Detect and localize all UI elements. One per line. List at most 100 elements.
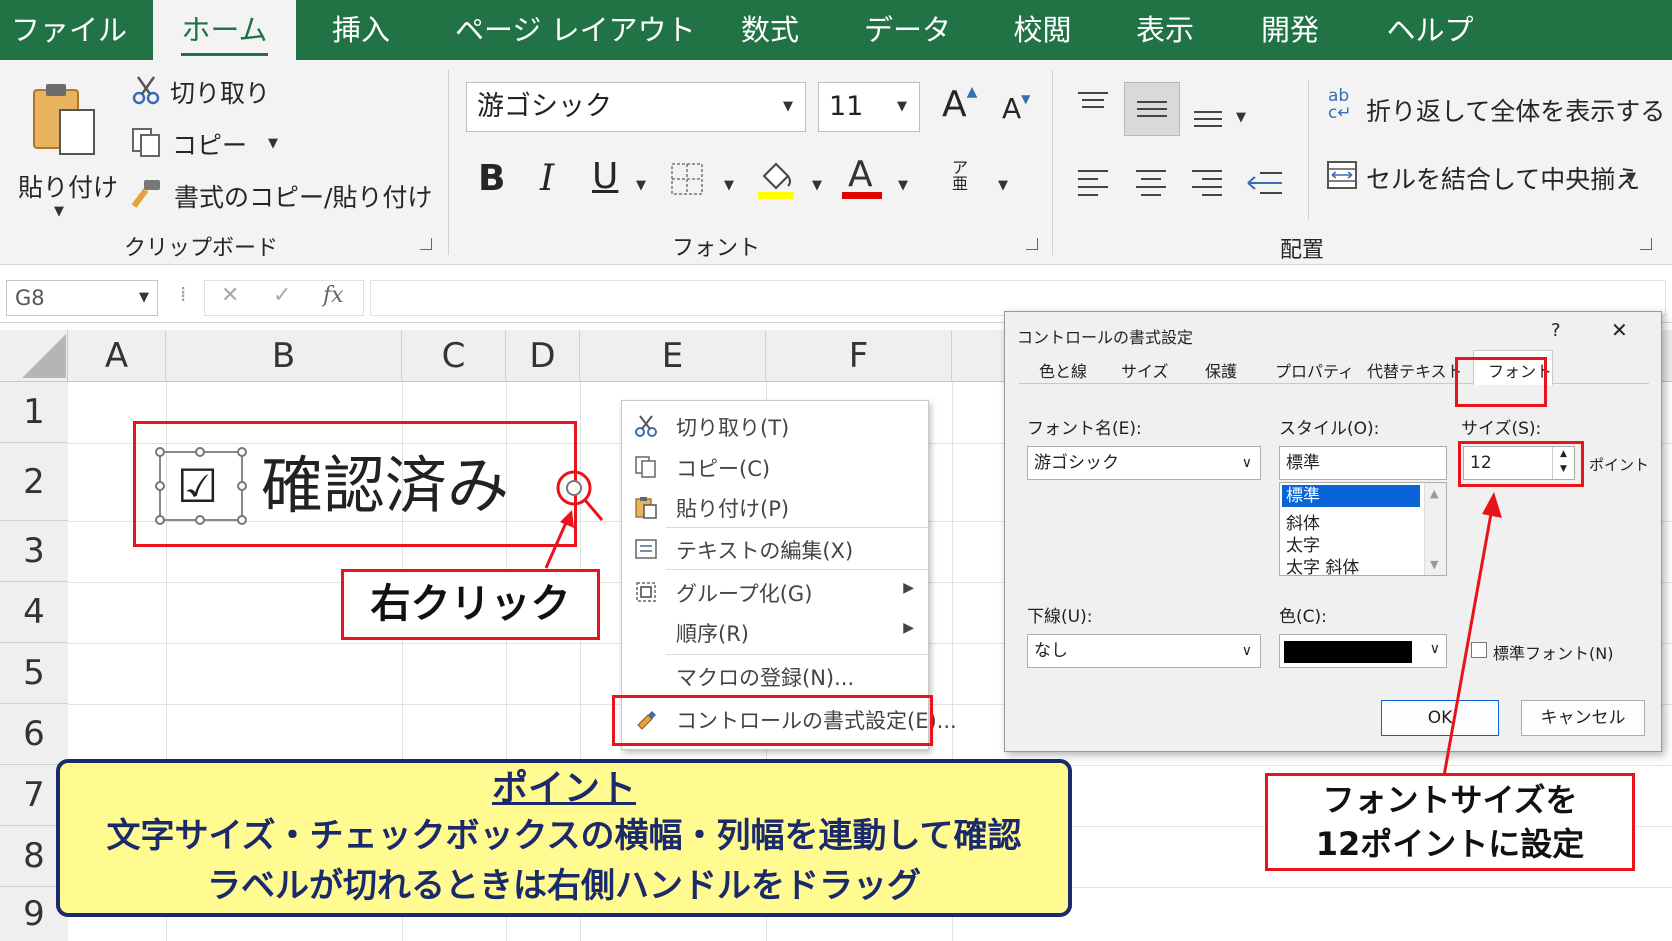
enter-icon[interactable]: ✓ bbox=[273, 283, 291, 308]
scissors-icon bbox=[132, 76, 160, 105]
underline-select[interactable]: なし ∨ bbox=[1027, 634, 1261, 668]
style-listbox[interactable]: 標準 斜体 太字 太字 斜体 ▲ ▼ bbox=[1279, 482, 1447, 578]
decrease-indent-icon[interactable] bbox=[1246, 168, 1284, 198]
tab-formulas[interactable]: 数式 bbox=[730, 0, 810, 60]
clipboard-launcher-icon[interactable] bbox=[420, 238, 432, 250]
size-callout-arrow bbox=[1442, 492, 1502, 777]
name-box[interactable]: G8 ▼ bbox=[6, 280, 158, 316]
chevron-down-icon: ∨ bbox=[1241, 455, 1252, 471]
italic-button[interactable]: I bbox=[540, 158, 554, 199]
row-header[interactable]: 2 bbox=[0, 443, 68, 521]
row-header[interactable]: 4 bbox=[0, 582, 68, 643]
underline-button[interactable]: U bbox=[592, 156, 618, 197]
normal-font-label: 標準フォント(N) bbox=[1493, 644, 1614, 663]
select-all-corner[interactable] bbox=[0, 330, 68, 382]
font-color-button[interactable]: A bbox=[842, 154, 882, 200]
grow-font-glyph: A bbox=[942, 84, 967, 125]
shrink-font-button[interactable]: A▼ bbox=[1002, 92, 1030, 125]
font-size-callout: フォントサイズを 12ポイントに設定 bbox=[1265, 773, 1635, 871]
menu-item-order[interactable]: 順序(R) ▶ bbox=[622, 612, 928, 652]
insert-function-icon[interactable]: fx bbox=[323, 283, 344, 308]
tab-file[interactable]: ファイル bbox=[0, 0, 138, 60]
row-header[interactable]: 6 bbox=[0, 704, 68, 765]
tab-help[interactable]: ヘルプ bbox=[1380, 0, 1480, 60]
font-launcher-icon[interactable] bbox=[1026, 238, 1038, 250]
border-dropdown-icon[interactable]: ▼ bbox=[724, 178, 734, 193]
menu-item-copy[interactable]: コピー(C) bbox=[622, 447, 928, 487]
merge-center-button[interactable]: セルを結合して中央揃え ▼ bbox=[1326, 156, 1646, 196]
dialog-tab[interactable]: サイズ bbox=[1121, 358, 1169, 382]
align-center-icon[interactable] bbox=[1134, 168, 1168, 198]
menu-item-edit-text[interactable]: テキストの編集(X) bbox=[622, 529, 928, 569]
name-box-value: G8 bbox=[15, 286, 45, 310]
copy-button[interactable]: コピー ▼ bbox=[128, 124, 288, 164]
style-option[interactable]: 太字 斜体 bbox=[1286, 553, 1359, 578]
column-header[interactable]: B bbox=[166, 330, 402, 382]
group-objects-icon bbox=[636, 582, 656, 602]
dialog-tab[interactable]: 代替テキスト bbox=[1367, 358, 1463, 382]
tab-developer[interactable]: 開発 bbox=[1250, 0, 1330, 60]
help-button[interactable]: ? bbox=[1551, 320, 1561, 341]
font-color-dropdown-icon[interactable]: ▼ bbox=[898, 178, 908, 193]
paintbrush-icon bbox=[131, 180, 160, 208]
bold-button[interactable]: B bbox=[478, 158, 505, 199]
menu-item-group[interactable]: グループ化(G) ▶ bbox=[622, 572, 928, 612]
column-header[interactable]: D bbox=[506, 330, 580, 382]
dialog-tab[interactable]: 保護 bbox=[1205, 358, 1237, 382]
copy-icon bbox=[635, 456, 656, 478]
row-header[interactable]: 1 bbox=[0, 382, 68, 443]
chevron-down-icon: ∨ bbox=[1241, 643, 1252, 659]
wrap-text-button[interactable]: ab c↵ 折り返して全体を表示する bbox=[1326, 88, 1665, 128]
align-left-icon[interactable] bbox=[1076, 168, 1110, 198]
cut-button[interactable]: 切り取り bbox=[128, 72, 288, 112]
column-header[interactable]: C bbox=[402, 330, 506, 382]
underline-dropdown-icon[interactable]: ▼ bbox=[636, 178, 646, 193]
menu-item-cut[interactable]: 切り取り(T) bbox=[622, 406, 928, 446]
style-option-selected[interactable]: 標準 bbox=[1282, 485, 1420, 507]
fill-color-icon[interactable] bbox=[756, 158, 796, 200]
phonetic-guide-icon[interactable]: ア亜 bbox=[952, 160, 968, 192]
tab-home[interactable]: ホーム bbox=[153, 0, 296, 60]
tab-insert[interactable]: 挿入 bbox=[316, 0, 406, 60]
orientation-dropdown-icon[interactable]: ▼ bbox=[1236, 110, 1246, 125]
alignment-launcher-icon[interactable] bbox=[1640, 238, 1652, 250]
font-name-dropdown[interactable]: 游ゴシック ▼ bbox=[466, 82, 806, 132]
format-painter-button[interactable]: 書式のコピー/貼り付け bbox=[128, 176, 432, 216]
row-header[interactable]: 5 bbox=[0, 643, 68, 704]
group-divider bbox=[448, 70, 449, 255]
paste-dropdown-icon: ▼ bbox=[54, 204, 64, 219]
menu-separator bbox=[666, 527, 928, 528]
tab-data[interactable]: データ bbox=[860, 0, 955, 60]
cancel-button[interactable]: キャンセル bbox=[1521, 700, 1645, 736]
fill-color-dropdown-icon[interactable]: ▼ bbox=[812, 178, 822, 193]
font-name-input[interactable]: 游ゴシック ∨ bbox=[1027, 446, 1261, 480]
paste-button[interactable]: 貼り付け ▼ bbox=[14, 74, 118, 224]
checkbox-highlight bbox=[133, 421, 577, 547]
column-header[interactable]: F bbox=[766, 330, 952, 382]
align-middle-button[interactable] bbox=[1124, 82, 1180, 136]
chevron-down-icon: ▼ bbox=[897, 99, 907, 114]
menu-item-paste[interactable]: 貼り付け(P) bbox=[622, 487, 928, 527]
font-name-label: フォント名(E): bbox=[1027, 419, 1142, 439]
align-top-icon[interactable] bbox=[1076, 90, 1110, 114]
column-header[interactable]: A bbox=[68, 330, 166, 382]
align-bottom-icon[interactable] bbox=[1192, 106, 1226, 130]
grow-font-button[interactable]: A▲ bbox=[942, 84, 977, 125]
close-button[interactable]: ✕ bbox=[1611, 318, 1628, 342]
dialog-tab[interactable]: 色と線 bbox=[1039, 358, 1087, 382]
row-header[interactable]: 3 bbox=[0, 521, 68, 582]
style-input[interactable]: 標準 bbox=[1279, 446, 1447, 480]
menu-item-assign-macro[interactable]: マクロの登録(N)... bbox=[622, 656, 928, 696]
tab-view[interactable]: 表示 bbox=[1125, 0, 1205, 60]
phonetic-dropdown-icon[interactable]: ▼ bbox=[998, 178, 1008, 193]
dialog-tab[interactable]: プロパティ bbox=[1275, 358, 1354, 382]
tab-page-layout[interactable]: ページ レイアウト bbox=[455, 0, 696, 60]
column-header[interactable]: E bbox=[580, 330, 766, 382]
font-size-dropdown[interactable]: 11 ▼ bbox=[818, 82, 920, 132]
align-right-icon[interactable] bbox=[1190, 168, 1224, 198]
tab-review[interactable]: 校閲 bbox=[1000, 0, 1085, 60]
cancel-icon[interactable]: ✕ bbox=[221, 283, 239, 308]
color-select[interactable]: ∨ bbox=[1279, 634, 1447, 668]
menu-separator bbox=[666, 654, 928, 655]
border-icon[interactable] bbox=[670, 162, 704, 196]
